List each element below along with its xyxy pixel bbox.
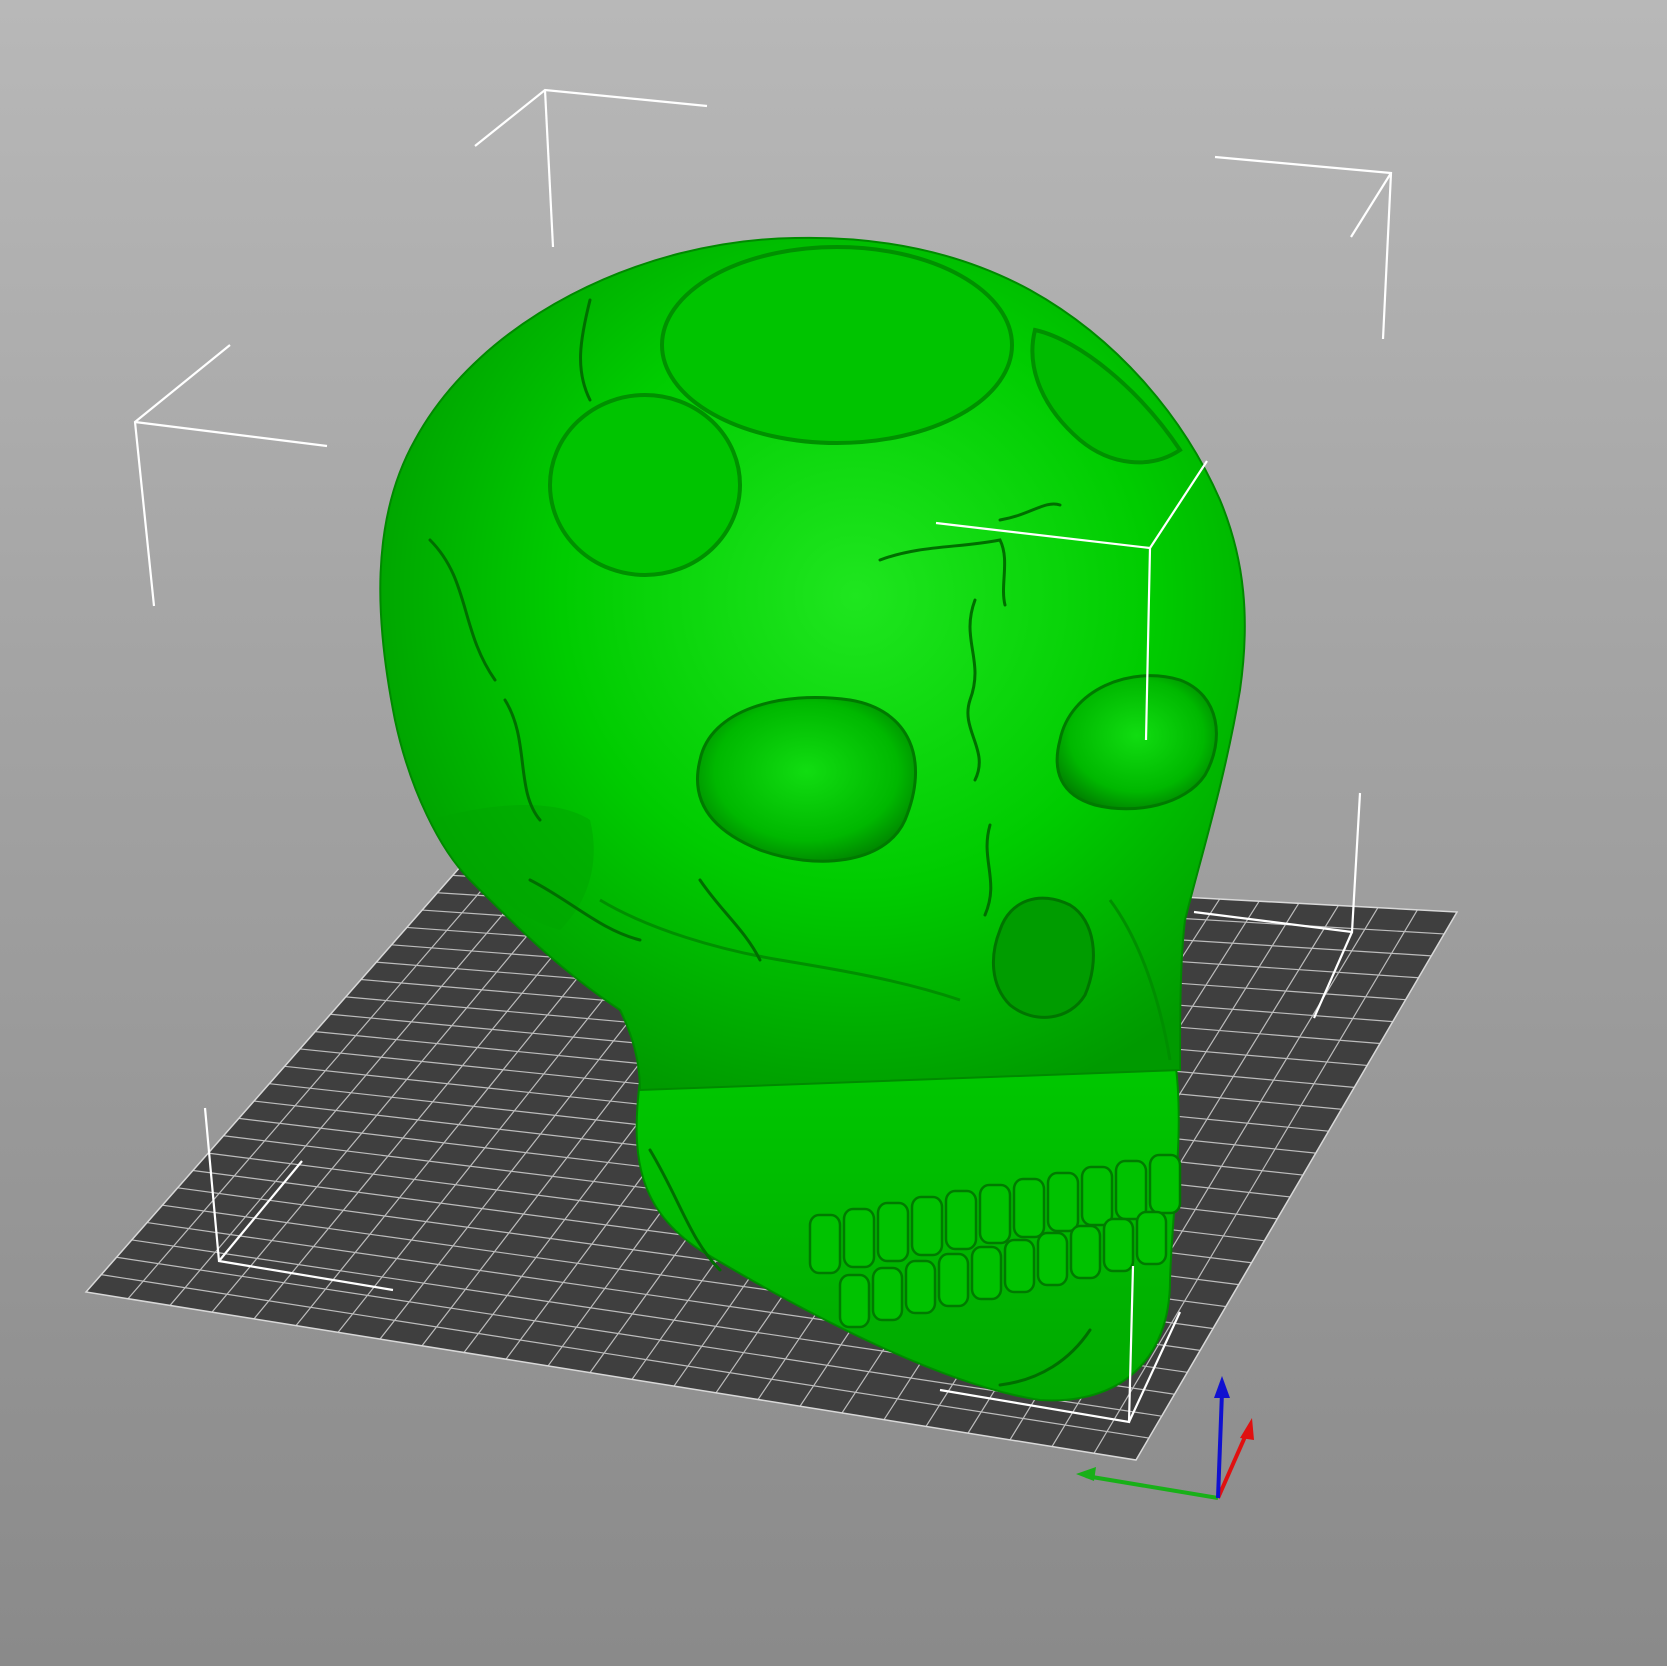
tooth <box>876 1201 910 1263</box>
tooth <box>1046 1171 1080 1233</box>
tooth <box>1080 1165 1114 1227</box>
tooth <box>944 1189 978 1251</box>
scene-canvas[interactable] <box>0 0 1667 1666</box>
y-axis-arrowhead <box>1076 1467 1096 1481</box>
z-axis <box>1216 1391 1224 1499</box>
x-axis-arrowhead <box>1240 1418 1254 1440</box>
bbox-corner-front-top-left-horizontal <box>134 420 328 448</box>
tooth <box>937 1252 970 1308</box>
3d-viewport[interactable] <box>0 0 1667 1666</box>
tooth <box>978 1183 1012 1245</box>
bbox-corner-front-top-left <box>133 344 231 607</box>
support-pad-top <box>660 245 1014 445</box>
skull-nasal-cavity <box>991 896 1095 1019</box>
x-axis <box>1216 1429 1250 1499</box>
bbox-corner-back-top-right <box>1214 155 1393 340</box>
tooth <box>1102 1217 1135 1273</box>
tooth <box>838 1273 871 1329</box>
tooth <box>808 1213 842 1275</box>
bbox-corner-back-top-left-vertical <box>543 89 555 248</box>
tooth <box>871 1266 904 1322</box>
y-axis <box>1085 1474 1219 1500</box>
z-axis-arrowhead <box>1214 1376 1230 1398</box>
tooth <box>910 1195 944 1257</box>
tooth <box>904 1259 937 1315</box>
tooth <box>1135 1210 1168 1266</box>
tooth <box>842 1207 876 1269</box>
tooth <box>1012 1177 1046 1239</box>
tooth <box>1036 1231 1069 1287</box>
bbox-corner-back-top-right-diagonal <box>1350 172 1392 238</box>
tooth <box>1069 1224 1102 1280</box>
tooth <box>970 1245 1003 1301</box>
support-pad-left <box>548 393 742 577</box>
tooth <box>1114 1159 1148 1221</box>
tooth <box>1148 1153 1182 1215</box>
tooth <box>1003 1238 1036 1294</box>
bbox-corner-back-top-left <box>474 88 708 147</box>
